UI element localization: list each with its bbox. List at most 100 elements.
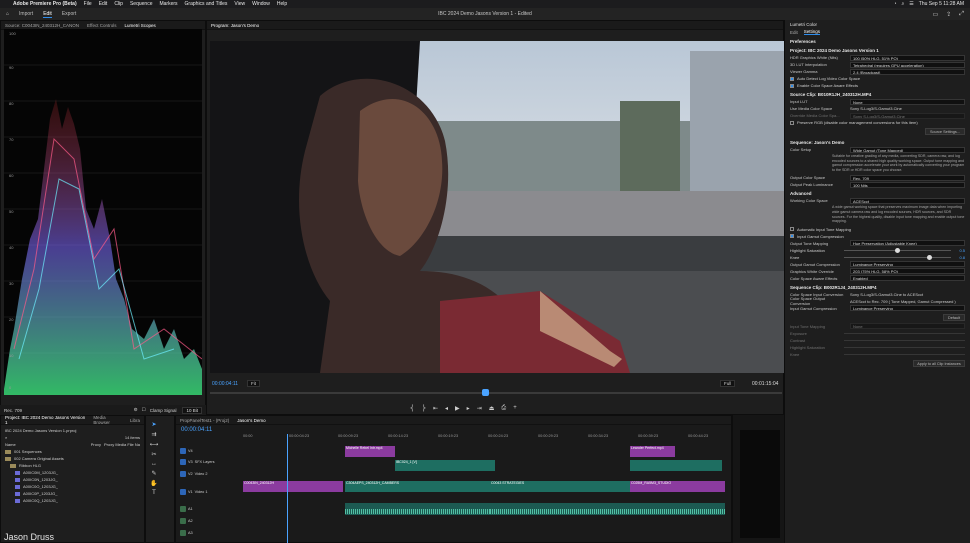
menu-clip[interactable]: Clip	[114, 1, 123, 7]
input-lut-select[interactable]: None	[850, 98, 965, 105]
slider-value[interactable]: 0.8	[955, 255, 965, 260]
default-button[interactable]: Default	[943, 313, 965, 321]
menu-edit[interactable]: Edit	[99, 1, 108, 7]
section-source-clip[interactable]: Source Clip: B010R1JH_240312H.MP4	[785, 89, 970, 98]
menu-file[interactable]: File	[84, 1, 92, 7]
track-header-v1[interactable]: V1 Video 1	[178, 487, 242, 497]
selection-tool-icon[interactable]: ➤	[149, 421, 159, 428]
slider-knob[interactable]	[927, 254, 933, 260]
menu-graphics[interactable]: Graphics and Titles	[185, 1, 228, 7]
color-space-aware-checkbox[interactable]: Enable Color Space Aware Effects	[785, 82, 970, 89]
program-timecode[interactable]: 00:00:04:11	[212, 381, 238, 387]
hdr-white-select[interactable]: 100 (50% HLG, 51% PQ)	[850, 54, 965, 61]
tab-timeline-2[interactable]: Jason's Demo	[237, 418, 265, 423]
apply-all-button[interactable]: Apply to all Clip Instances	[913, 359, 965, 367]
track-select-icon[interactable]: ⇉	[149, 431, 159, 438]
tab-timeline-1[interactable]: PropPanelTest1 - (Proj2)	[180, 418, 229, 423]
track-target-toggle[interactable]	[180, 471, 186, 477]
tab-source[interactable]: Source: C0043IN_240312H_CANON	[5, 23, 79, 28]
column-name[interactable]: Name	[5, 441, 16, 448]
camera-icon[interactable]: ⎙	[501, 405, 506, 412]
bit-depth-select[interactable]: 10 Bit	[182, 406, 202, 414]
program-scrubber[interactable]	[210, 389, 782, 396]
razor-tool-icon[interactable]: ✂	[149, 451, 159, 458]
slip-tool-icon[interactable]: ↔	[149, 461, 159, 467]
track-header-v3[interactable]: V3 SFX Layers	[178, 457, 242, 467]
track-target-toggle[interactable]	[180, 506, 186, 512]
play-icon[interactable]: ▶	[455, 405, 460, 412]
track-header-a2[interactable]: A2	[178, 516, 242, 526]
slider-track[interactable]	[844, 353, 965, 355]
knee-slider-2[interactable]: Knee	[785, 351, 970, 358]
slider-knob[interactable]	[895, 247, 901, 253]
exposure-slider[interactable]: Exposure	[785, 330, 970, 337]
program-video-frame[interactable]	[210, 41, 784, 373]
color-setup-select[interactable]: Wide Gamut (Tone Mapped)	[850, 146, 965, 153]
menu-help[interactable]: Help	[277, 1, 287, 7]
home-icon[interactable]: ⌂	[6, 11, 9, 17]
step-back-icon[interactable]: ◂	[445, 405, 448, 412]
hand-tool-icon[interactable]: ✋	[149, 480, 159, 487]
viewer-gamma-select[interactable]: 2.4 (Broadcast)	[850, 68, 965, 75]
slider-track[interactable]	[844, 339, 965, 341]
ripple-edit-icon[interactable]: ⟷	[149, 441, 159, 448]
section-sequence-clip[interactable]: Sequence Clip: B002R1J4_240312H.MP4	[785, 282, 970, 291]
search-icon[interactable]: ⌕	[901, 1, 904, 7]
list-item[interactable]: A00IC0N_1203JG_	[5, 476, 140, 483]
slider-track[interactable]	[844, 247, 951, 253]
timeline-clip[interactable]: C0043 STRATEGIES	[490, 481, 630, 492]
slider-value[interactable]: 0.5	[955, 248, 965, 253]
timeline-clip[interactable]	[630, 460, 722, 471]
override-radio[interactable]: Override Media Color Spa...	[790, 113, 846, 118]
timeline-clip[interactable]: Michelle Rebel Intr.mp4	[345, 446, 395, 457]
timeline-playhead[interactable]	[287, 434, 288, 543]
timeline-clip[interactable]: C304AEPS_240312H_CAMBERS	[345, 481, 490, 492]
tab-program[interactable]: Program: Jason's Demo	[211, 23, 259, 28]
menu-window[interactable]: Window	[252, 1, 270, 7]
clock[interactable]: Thu Sep 5 11:28 AM	[919, 1, 964, 7]
menu-app-name[interactable]: Adobe Premiere Pro (Beta)	[13, 1, 77, 7]
tab-lumetri-settings[interactable]: Settings	[803, 29, 821, 35]
column-proxy-file[interactable]: Proxy Media File Na	[104, 441, 140, 448]
go-to-in-icon[interactable]: ⇤	[433, 405, 438, 412]
tab-import[interactable]: Import	[19, 11, 33, 17]
track-header-a1[interactable]: A1	[178, 504, 242, 514]
clamp-checkbox[interactable]: ☐	[142, 407, 146, 413]
input-gamut-checkbox[interactable]: Input Gamut Compression	[785, 233, 970, 240]
tab-effect-controls[interactable]: Effect Controls	[87, 23, 116, 28]
highlight-sat-slider-2[interactable]: Highlight Saturation	[785, 344, 970, 351]
menu-markers[interactable]: Markers	[159, 1, 177, 7]
menu-view[interactable]: View	[234, 1, 245, 7]
timeline-clip[interactable]: IBC024_1 [V]	[395, 460, 495, 471]
control-center-icon[interactable]: ☰	[909, 1, 913, 7]
output-gamut-select[interactable]: Luminance Preserving	[850, 261, 965, 268]
mark-out-icon[interactable]: ⎬	[422, 405, 427, 412]
scrubber-playhead[interactable]	[482, 389, 489, 396]
timeline-clip[interactable]: Leander Perfect.mp4	[630, 446, 675, 457]
list-item[interactable]: Ribbon HLG	[5, 462, 140, 469]
preserve-rgb-checkbox[interactable]: Preserve RGB (disable color management c…	[785, 119, 970, 126]
working-space-select[interactable]: ACEScct	[850, 197, 965, 204]
workspace-icon[interactable]: ▭	[932, 11, 938, 18]
track-target-toggle[interactable]	[180, 530, 186, 536]
pen-tool-icon[interactable]: ✎	[149, 470, 159, 477]
override-select[interactable]: Sony S-Log3/S-Gamut3.Cine	[850, 112, 965, 119]
output-space-select[interactable]: Rec. 709	[850, 174, 965, 181]
track-header-v2[interactable]: V2 Video 2	[178, 469, 242, 479]
highlight-saturation-slider[interactable]: Highlight Saturation 0.5	[785, 247, 970, 254]
timeline-clip[interactable]: C0043IN_240312H	[243, 481, 343, 492]
list-item[interactable]: 001 Sequences	[5, 448, 140, 455]
output-tm-select[interactable]: Hue Preservation (Adjustable Knee)	[850, 240, 965, 247]
timeline-timecode[interactable]: 00:00:04:11	[181, 427, 212, 433]
quick-export-icon[interactable]: ⇪	[946, 11, 951, 18]
knee-slider[interactable]: Knee 0.8	[785, 254, 970, 261]
step-forward-icon[interactable]: ▸	[467, 405, 470, 412]
output-lum-select[interactable]: 100 Nits	[850, 181, 965, 188]
section-sequence[interactable]: Sequence: Jason's Demo	[785, 137, 970, 146]
tab-media-browser[interactable]: Media Browser	[93, 415, 122, 425]
tab-edit[interactable]: Edit	[43, 11, 52, 18]
tab-lumetri-scopes[interactable]: Lumetri Scopes	[124, 23, 155, 28]
section-project[interactable]: Project: IBC 2024 Demo Jasons Version 1	[785, 45, 970, 54]
fullscreen-icon[interactable]: ⤢	[959, 11, 964, 18]
slider-track[interactable]	[844, 254, 951, 260]
